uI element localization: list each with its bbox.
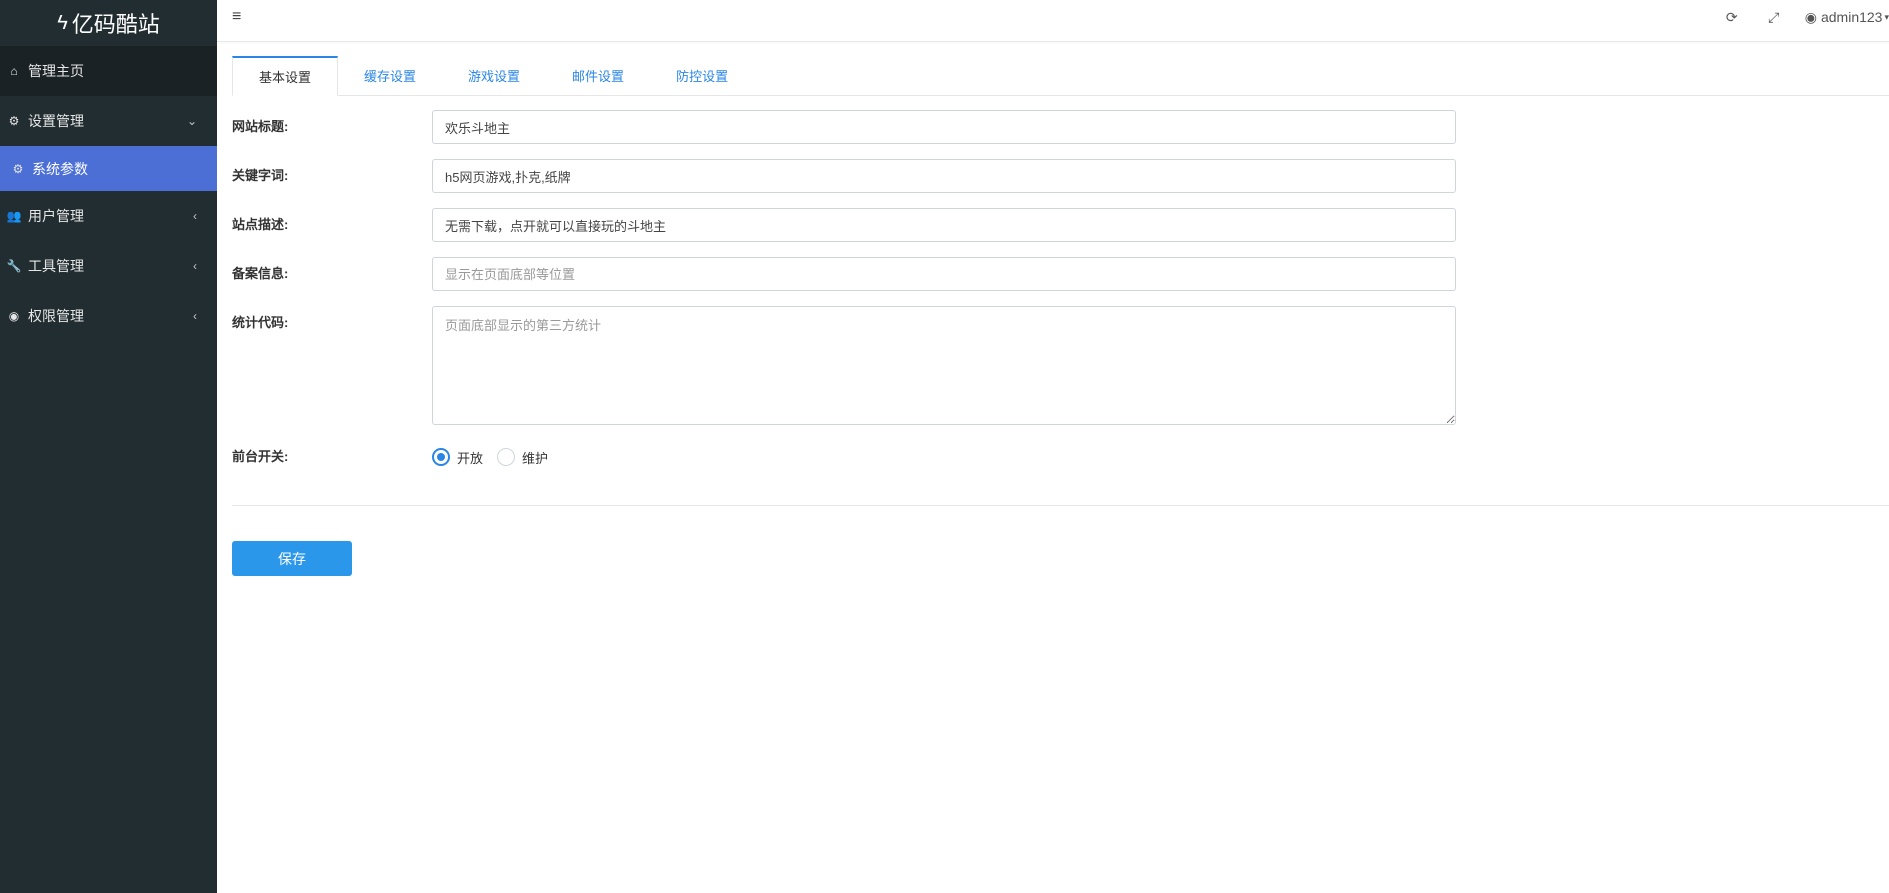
user-icon: ◉ bbox=[1804, 8, 1817, 25]
stats-code-label: 统计代码: bbox=[232, 315, 289, 330]
sidebar-item-settings[interactable]: ⚙ 设置管理 ⌄ bbox=[0, 96, 217, 146]
site-title-input[interactable] bbox=[432, 110, 1456, 144]
site-title-label: 网站标题: bbox=[232, 119, 289, 134]
users-icon: 👥 bbox=[6, 209, 22, 223]
radio-open[interactable]: 开放 bbox=[432, 448, 483, 467]
sidebar-item-label: 用户管理 bbox=[28, 208, 84, 224]
settings-form: 网站标题: 关键字词: 站点描述: 备案信息: 统计代码: 前台开关: 开放 bbox=[232, 110, 1889, 576]
form-row: 关键字词: bbox=[232, 159, 1889, 193]
form-row: 前台开关: 开放 维护 bbox=[232, 440, 1889, 474]
chevron-left-icon: ‹ bbox=[193, 309, 197, 323]
tab-game[interactable]: 游戏设置 bbox=[442, 56, 546, 96]
username: admin123 bbox=[1820, 9, 1883, 25]
radio-open-label: 开放 bbox=[457, 450, 484, 466]
cogs-icon: ⚙ bbox=[8, 114, 20, 128]
form-row: 统计代码: bbox=[232, 306, 1889, 425]
form-row: 网站标题: bbox=[232, 110, 1889, 144]
menu-toggle-icon[interactable]: ≡ bbox=[232, 8, 241, 26]
chevron-down-icon: ⌄ bbox=[186, 114, 197, 128]
gear-icon: ⚙ bbox=[12, 161, 24, 176]
main-content: 基本设置 缓存设置 游戏设置 邮件设置 防控设置 网站标题: 关键字词: 站点描… bbox=[232, 56, 1889, 576]
radio-checked-icon bbox=[432, 448, 450, 466]
sidebar-item-label: 权限管理 bbox=[28, 308, 84, 324]
tab-security[interactable]: 防控设置 bbox=[650, 56, 754, 96]
sidebar-item-users[interactable]: 👥 用户管理 ‹ bbox=[0, 191, 217, 241]
refresh-icon[interactable]: ⟳ bbox=[1711, 9, 1753, 26]
chevron-left-icon: ‹ bbox=[193, 209, 197, 223]
radio-maintenance-label: 维护 bbox=[522, 450, 549, 466]
description-label: 站点描述: bbox=[232, 217, 289, 232]
sidebar-item-label: 管理主页 bbox=[28, 63, 84, 79]
tab-mail[interactable]: 邮件设置 bbox=[546, 56, 650, 96]
form-row: 备案信息: bbox=[232, 257, 1889, 291]
brand-title: 亿码酷站 bbox=[71, 12, 160, 37]
frontend-switch-label: 前台开关: bbox=[232, 449, 289, 464]
save-button[interactable]: 保存 bbox=[232, 541, 352, 576]
stats-code-textarea[interactable] bbox=[432, 306, 1456, 425]
chevron-left-icon: ‹ bbox=[193, 259, 197, 273]
wrench-icon: 🔧 bbox=[6, 259, 22, 273]
top-bar: ≡ ⟳ ⤢ ◉ admin123 ▾ bbox=[217, 0, 1889, 42]
bolt-icon: ϟ bbox=[57, 11, 68, 34]
sidebar-item-home[interactable]: ⌂ 管理主页 bbox=[0, 46, 217, 96]
keywords-label: 关键字词: bbox=[232, 168, 289, 183]
settings-tabs: 基本设置 缓存设置 游戏设置 邮件设置 防控设置 bbox=[232, 56, 1889, 96]
frontend-switch-radio-group: 开放 维护 bbox=[432, 440, 562, 474]
sidebar-item-label: 设置管理 bbox=[28, 113, 84, 129]
tab-basic[interactable]: 基本设置 bbox=[232, 56, 339, 96]
user-circle-icon: ◉ bbox=[8, 309, 20, 323]
sidebar-item-permissions[interactable]: ◉ 权限管理 ‹ bbox=[0, 291, 217, 341]
home-icon: ⌂ bbox=[10, 64, 18, 78]
radio-maintenance[interactable]: 维护 bbox=[497, 448, 548, 467]
tab-cache[interactable]: 缓存设置 bbox=[338, 56, 442, 96]
radio-unchecked-icon bbox=[497, 448, 516, 466]
description-input[interactable] bbox=[432, 208, 1456, 242]
sidebar-item-label: 系统参数 bbox=[32, 160, 88, 177]
divider bbox=[232, 505, 1889, 506]
keywords-input[interactable] bbox=[432, 159, 1456, 193]
caret-down-icon: ▾ bbox=[1884, 11, 1889, 22]
fullscreen-icon[interactable]: ⤢ bbox=[1753, 9, 1795, 26]
icp-label: 备案信息: bbox=[232, 266, 289, 281]
sidebar-item-label: 工具管理 bbox=[28, 258, 84, 274]
top-actions: ⟳ ⤢ ◉ admin123 ▾ bbox=[1711, 0, 1889, 34]
icp-input[interactable] bbox=[432, 257, 1456, 291]
sidebar: ϟ 亿码酷站 ⌂ 管理主页 ⚙ 设置管理 ⌄ ⚙ 系统参数 👥 用户管理 ‹ 🔧… bbox=[0, 0, 217, 893]
brand-logo[interactable]: ϟ 亿码酷站 bbox=[0, 0, 217, 46]
form-row: 站点描述: bbox=[232, 208, 1889, 242]
user-menu[interactable]: ◉ admin123 ▾ bbox=[1795, 9, 1889, 26]
sidebar-item-system-params[interactable]: ⚙ 系统参数 bbox=[0, 146, 217, 191]
sidebar-item-tools[interactable]: 🔧 工具管理 ‹ bbox=[0, 241, 217, 291]
